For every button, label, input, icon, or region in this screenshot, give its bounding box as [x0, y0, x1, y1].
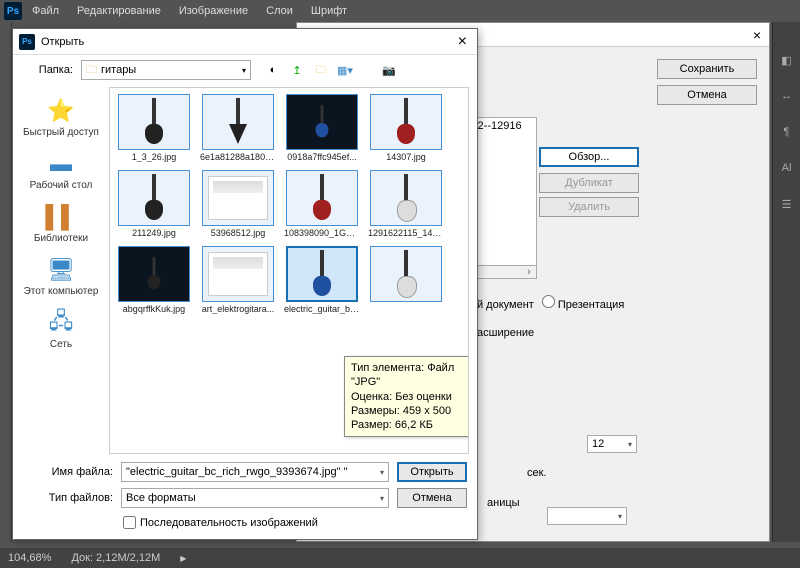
folder-icon: 🗀: [86, 61, 97, 80]
open-title-text: Открыть: [41, 36, 84, 48]
file-thumb[interactable]: 211249.jpg: [116, 170, 192, 238]
tooltip: Тип элемента: Файл "JPG" Оценка: Без оце…: [344, 356, 469, 437]
file-thumb[interactable]: art_elektrogitara...: [200, 246, 276, 314]
camera-icon[interactable]: 📷: [381, 62, 397, 78]
filetype-combo[interactable]: Все форматы▾: [121, 488, 389, 508]
place-icon: ⭐: [45, 97, 77, 125]
thumb-caption: 14307.jpg: [386, 152, 426, 162]
thumb-caption: art_elektrogitara...: [202, 304, 275, 314]
thumb-caption: 1291622115_1443...: [368, 228, 444, 238]
file-thumb[interactable]: 53968512.jpg: [200, 170, 276, 238]
thumb-caption: 6e1a81288a18034...: [200, 152, 276, 162]
new-folder-icon[interactable]: 🗀: [313, 62, 329, 78]
size-combo[interactable]: 12▾: [587, 435, 637, 453]
ps-icon: Ps: [19, 34, 35, 50]
sequence-checkbox[interactable]: Последовательность изображений: [123, 516, 467, 529]
folder-label: Папка:: [23, 64, 73, 76]
folder-combo[interactable]: 🗀гитары ▾: [81, 60, 251, 80]
file-thumb[interactable]: 1291622115_1443...: [368, 170, 444, 238]
place-icon: ▬: [45, 150, 77, 178]
bottom-combo[interactable]: ▾: [547, 507, 627, 525]
open-toolbar: Папка: 🗀гитары ▾ ◐ ↥ 🗀 ▦▾ 📷: [13, 55, 477, 85]
ext-label: асширение: [477, 327, 534, 339]
panel-icon[interactable]: Al: [779, 160, 795, 176]
place-item[interactable]: ▬ Рабочий стол: [16, 146, 106, 195]
place-item[interactable]: 🖧 Сеть: [16, 305, 106, 354]
filetype-label: Тип файлов:: [23, 492, 113, 504]
file-thumb[interactable]: 1_3_26.jpg: [116, 94, 192, 162]
menu-file[interactable]: Файл: [24, 3, 67, 19]
file-thumb[interactable]: abgqrffkKuk.jpg: [116, 246, 192, 314]
browse-button[interactable]: Обзор...: [539, 147, 639, 167]
thumb-caption: 53968512.jpg: [211, 228, 266, 238]
up-icon[interactable]: ↥: [289, 62, 305, 78]
place-icon: 🖧: [45, 309, 77, 337]
cancel-button[interactable]: Отмена: [397, 488, 467, 508]
file-thumb[interactable]: 6e1a81288a18034...: [200, 94, 276, 162]
place-icon: ▌▌: [45, 203, 77, 231]
tool-strip: [0, 22, 12, 542]
panel-icon[interactable]: ↔: [779, 88, 795, 104]
sec-label: сек.: [527, 467, 547, 479]
menubar: Ps Файл Редактирование Изображение Слои …: [0, 0, 800, 22]
file-thumb[interactable]: 108398090_1GG.jpg: [284, 170, 360, 238]
open-button[interactable]: Открыть: [397, 462, 467, 482]
close-icon[interactable]: ×: [753, 27, 761, 43]
menu-edit[interactable]: Редактирование: [69, 3, 169, 19]
presentation-radio[interactable]: Презентация: [542, 295, 624, 311]
panel-icon[interactable]: ◧: [779, 52, 795, 68]
menu-font[interactable]: Шрифт: [303, 3, 355, 19]
back-icon[interactable]: ◐: [265, 62, 281, 78]
duplicate-button: Дубликат: [539, 173, 639, 193]
place-label: Сеть: [50, 339, 72, 350]
menu-layers[interactable]: Слои: [258, 3, 301, 19]
ps-logo: Ps: [4, 2, 22, 20]
file-grid[interactable]: 1_3_26.jpg 6e1a81288a18034... 0918a7ffc945…: [109, 87, 469, 454]
open-titlebar: Ps Открыть ×: [13, 29, 477, 55]
cancel-button[interactable]: Отмена: [657, 85, 757, 105]
place-label: Этот компьютер: [24, 286, 99, 297]
file-thumb[interactable]: 0918a7ffc945ef...: [284, 94, 360, 162]
thumb-caption: 1_3_26.jpg: [132, 152, 177, 162]
place-item[interactable]: ⭐ Быстрый доступ: [16, 93, 106, 142]
right-panel: ◧ ↔ ¶ Al ☰: [772, 22, 800, 542]
thumb-caption: 108398090_1GG.jpg: [284, 228, 360, 238]
thumb-caption: abgqrffkKuk.jpg: [123, 304, 185, 314]
filename-label: Имя файла:: [23, 466, 113, 478]
file-thumb[interactable]: 14307.jpg: [368, 94, 444, 162]
place-item[interactable]: ▌▌ Библиотеки: [16, 199, 106, 248]
save-button[interactable]: Сохранить: [657, 59, 757, 79]
places-sidebar: ⭐ Быстрый доступ ▬ Рабочий стол ▌▌ Библиотеки…: [13, 85, 109, 456]
pages-label: аницы: [487, 497, 520, 509]
menu-image[interactable]: Изображение: [171, 3, 256, 19]
open-dialog: PsОткрыть × Папка: 🗀гитары ▾ ◐ ↥ 🗀 ▦▾ 📷 …: [12, 28, 478, 540]
place-label: Быстрый доступ: [23, 127, 99, 138]
status-bar: 104,68% Док: 2,12M/2,12M ▶: [0, 548, 800, 568]
place-label: Библиотеки: [34, 233, 88, 244]
file-thumb[interactable]: [368, 246, 444, 314]
panel-icon[interactable]: ☰: [779, 196, 795, 212]
place-icon: 🖥: [45, 256, 77, 284]
thumb-caption: 0918a7ffc945ef...: [287, 152, 356, 162]
doc-size: Док: 2,12M/2,12M: [71, 552, 160, 564]
place-item[interactable]: 🖥 Этот компьютер: [16, 252, 106, 301]
thumb-caption: electric_guitar_bc_rich_rwgo...: [284, 304, 360, 314]
thumb-caption: 211249.jpg: [132, 228, 176, 238]
place-label: Рабочий стол: [30, 180, 93, 191]
zoom-level[interactable]: 104,68%: [8, 552, 51, 564]
panel-icon[interactable]: ¶: [779, 124, 795, 140]
view-icon[interactable]: ▦▾: [337, 62, 353, 78]
file-thumb[interactable]: electric_guitar_bc_rich_rwgo...: [284, 246, 360, 314]
filename-input[interactable]: "electric_guitar_bc_rich_rwgo_9393674.jp…: [121, 462, 389, 482]
delete-button: Удалить: [539, 197, 639, 217]
close-icon[interactable]: ×: [454, 33, 471, 51]
